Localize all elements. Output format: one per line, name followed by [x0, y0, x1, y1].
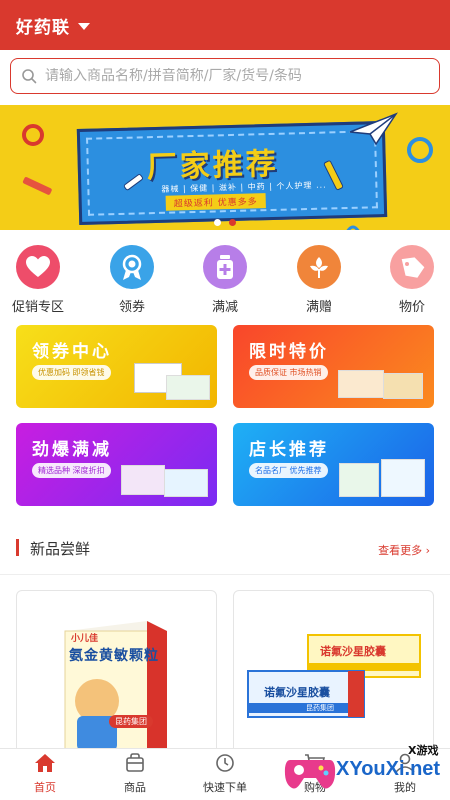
medicine-bottle-icon [203, 245, 247, 289]
view-more-label: 查看更多 [378, 544, 423, 557]
promo-card-tag: 精选品种 深度折扣 [32, 463, 111, 478]
product-card[interactable]: 诺氟沙星胶囊 诺氟沙星胶囊 昆药集团 [233, 590, 434, 760]
search-bar[interactable] [10, 58, 440, 94]
promo-card-coupon-center[interactable]: 领券中心 优惠加码 即领省钱 [16, 325, 217, 408]
section-accent-bar [16, 539, 19, 556]
watermark: X游戏 XYouXi.net [282, 742, 450, 800]
squiggle-decoration-icon [346, 225, 360, 230]
paper-plane-icon [349, 112, 398, 146]
nav-label: 商品 [124, 781, 146, 794]
top-header: 好药联 [0, 0, 450, 50]
nav-label: 快速下单 [203, 781, 247, 794]
ring-decoration-icon [407, 137, 433, 163]
product-card[interactable]: 小儿佳 氨金黄敏颗粒 昆药集团 [16, 590, 217, 760]
promo-card-title: 限时特价 [249, 342, 329, 362]
promo-card-flash-sale[interactable]: 限时特价 品质保证 市场热销 [233, 325, 434, 408]
nav-label: 首页 [34, 781, 56, 794]
heart-icon [16, 245, 60, 289]
medicine-box-image [121, 465, 165, 495]
gamepad-logo-icon [284, 760, 336, 789]
shop-bag-icon [126, 753, 144, 772]
search-input[interactable] [45, 68, 415, 84]
chevron-right-icon: › [425, 544, 430, 557]
divider [0, 574, 450, 575]
medicine-box-image [339, 463, 379, 497]
price-tag-icon [390, 245, 434, 289]
category-gift[interactable]: 满赠 [281, 245, 357, 315]
carousel-dot[interactable] [214, 219, 221, 226]
product-name: 氨金黄敏颗粒 [69, 648, 159, 664]
home-icon [35, 754, 55, 772]
banner-tagline: 超级返利 优惠多多 [165, 193, 266, 211]
chevron-down-icon[interactable] [78, 22, 90, 30]
promo-card-tag: 品质保证 市场热销 [249, 365, 328, 380]
product-name-front: 诺氟沙星胶囊 [264, 686, 330, 699]
medicine-box-image [381, 459, 425, 497]
nav-products[interactable]: 商品 [90, 753, 180, 795]
pencil-decoration-icon [22, 177, 52, 195]
promo-card-tag: 名品名厂 优先推荐 [249, 463, 328, 478]
new-products-section-header: 新品尝鲜 查看更多 › [0, 530, 450, 570]
banner-headline: 厂家推荐 [146, 146, 280, 186]
product-maker: 昆药集团 [306, 704, 334, 712]
search-icon [22, 69, 37, 84]
promo-card-big-discount[interactable]: 劲爆满减 精选品种 深度折扣 [16, 423, 217, 506]
promo-card-title: 店长推荐 [249, 440, 329, 460]
product-name: 诺氟沙星胶囊 [320, 645, 386, 658]
category-label: 促销专区 [11, 300, 64, 315]
category-coupon[interactable]: 领券 [94, 245, 170, 315]
app-title[interactable]: 好药联 [16, 13, 70, 38]
clock-icon [216, 754, 234, 772]
banner-board: 厂家推荐 器械 | 保健 | 滋补 | 中药 | 个人护理 ... 超级返利 优… [76, 120, 388, 226]
category-label: 领券 [118, 300, 145, 315]
medicine-box-image [383, 373, 423, 399]
app-screen: 好药联 厂家推荐 器械 | 保健 | 滋补 | 中药 | 个人护理 ... 超级… [0, 0, 450, 800]
promo-card-title: 劲爆满减 [32, 440, 112, 460]
nav-home[interactable]: 首页 [0, 753, 90, 795]
promo-banner[interactable]: 厂家推荐 器械 | 保健 | 滋补 | 中药 | 个人护理 ... 超级返利 优… [0, 105, 450, 230]
pencil-icon [123, 174, 143, 191]
crayon-icon [323, 160, 344, 191]
category-row: 促销专区 领券 满减 满赠 物价 [0, 245, 450, 315]
category-label: 满赠 [305, 300, 332, 315]
watermark-small-text: X游戏 [408, 744, 439, 757]
carousel-dot-active[interactable] [229, 219, 236, 226]
category-price[interactable]: 物价 [374, 245, 450, 315]
promo-card-tag: 优惠加码 即领省钱 [32, 365, 111, 380]
category-label: 物价 [398, 300, 425, 315]
watermark-brand-text: XYouXi.net [336, 758, 441, 780]
product-brand: 小儿佳 [71, 634, 99, 644]
medicine-box-image [164, 469, 208, 497]
category-discount[interactable]: 满减 [187, 245, 263, 315]
medicine-box-image [338, 370, 384, 398]
nav-quick-order[interactable]: 快速下单 [180, 753, 270, 795]
category-promo[interactable]: 促销专区 [0, 245, 76, 315]
ring-decoration-icon [22, 124, 44, 146]
medicine-box-image [166, 375, 210, 400]
category-label: 满减 [211, 300, 238, 315]
promo-card-manager-pick[interactable]: 店长推荐 名品名厂 优先推荐 [233, 423, 434, 506]
product-maker: 昆药集团 [109, 715, 153, 728]
product-image [247, 634, 421, 718]
promo-card-title: 领券中心 [32, 342, 112, 362]
product-image [64, 621, 167, 759]
leaf-icon [297, 245, 341, 289]
ribbon-badge-icon [110, 245, 154, 289]
view-more-link[interactable]: 查看更多 › [378, 542, 430, 558]
section-title: 新品尝鲜 [30, 540, 91, 558]
